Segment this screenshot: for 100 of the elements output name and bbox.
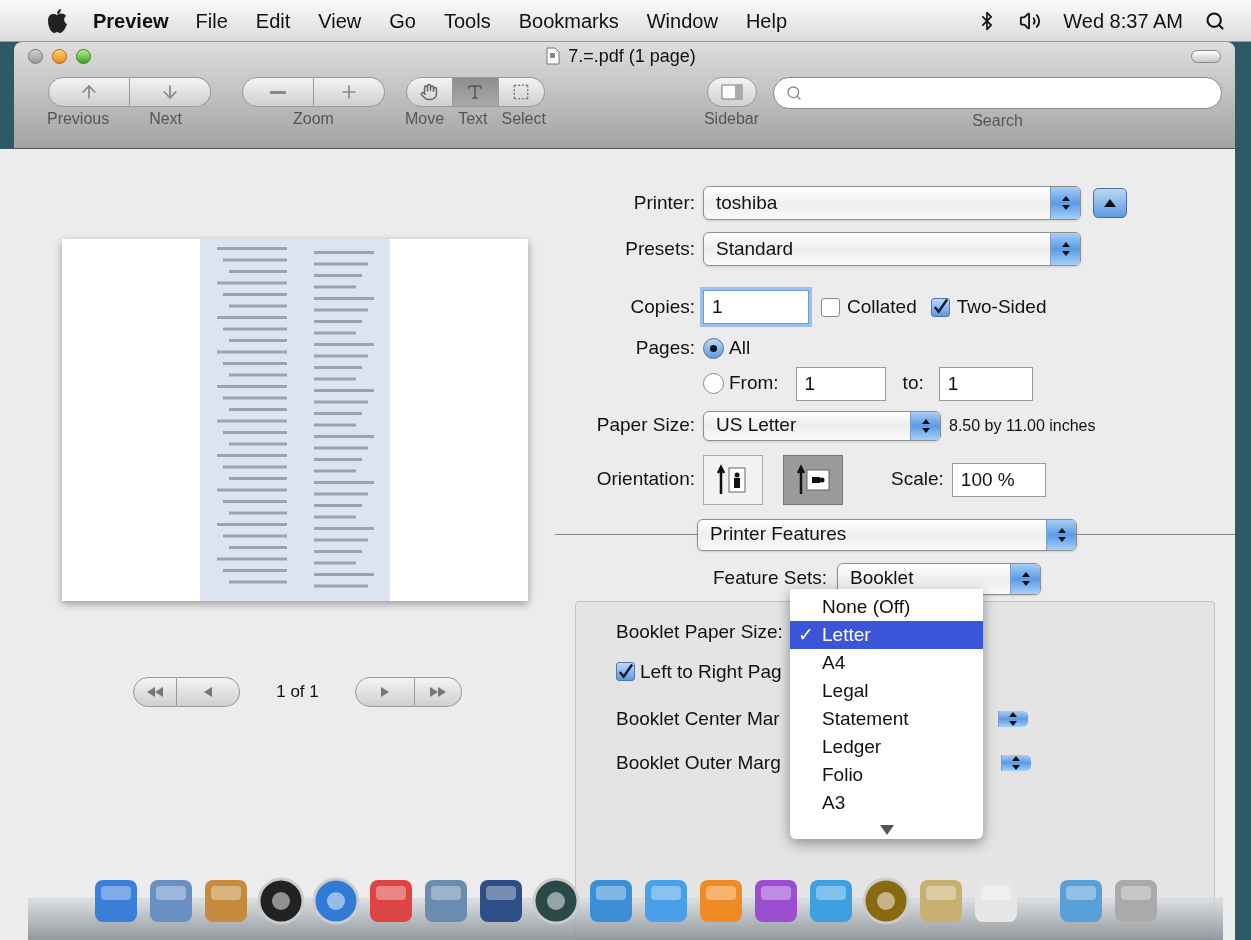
dashed-square-icon — [512, 83, 531, 101]
menu-option[interactable]: Legal — [790, 677, 983, 705]
tool-button[interactable] — [405, 77, 453, 107]
stepper-icon — [1000, 755, 1031, 771]
paper-size-popup[interactable]: US Letter — [703, 410, 941, 441]
apple-logo-icon[interactable] — [46, 7, 68, 34]
field-label: Paper Size: — [596, 414, 695, 436]
stepper-icon — [1050, 233, 1080, 265]
previous-button[interactable] — [48, 77, 130, 107]
menu-clock[interactable]: Wed 8:37 AM — [1063, 5, 1183, 36]
toolbar-label: Previous — [46, 109, 110, 129]
menu-item[interactable]: View — [318, 5, 362, 36]
document-icon — [546, 47, 561, 65]
menu-option[interactable]: None (Off) — [790, 593, 983, 621]
stepper-icon — [997, 711, 1028, 727]
tool-button[interactable] — [498, 77, 545, 107]
copies-field[interactable]: 1 — [703, 290, 809, 324]
radio-button[interactable] — [703, 373, 724, 394]
menu-option[interactable]: A3 — [790, 789, 983, 817]
text-cursor-icon — [466, 83, 485, 101]
field-label: Scale: — [891, 468, 944, 490]
menu-option[interactable]: ✓ Letter — [790, 621, 983, 649]
field-label: Feature Sets: — [713, 566, 828, 591]
window-title: 7.=.pdf (1 page) — [568, 44, 696, 68]
orientation-button[interactable] — [703, 454, 763, 505]
checkbox[interactable] — [930, 297, 950, 317]
zoom-out-button[interactable] — [242, 77, 314, 107]
menu-item[interactable]: Help — [745, 5, 787, 36]
menu-item[interactable]: Bookmarks — [518, 5, 619, 36]
scale-field[interactable]: 100 % — [951, 462, 1046, 497]
search-icon[interactable] — [1205, 10, 1225, 31]
hand-icon — [420, 83, 439, 101]
next-button[interactable] — [130, 77, 211, 107]
checkbox-label: Two-Sided — [956, 294, 1047, 319]
page-indicator: 1 of 1 — [276, 681, 319, 704]
checkbox[interactable] — [821, 297, 840, 317]
scroll-down-arrow-icon — [879, 825, 894, 835]
collapse-button[interactable] — [1093, 188, 1127, 218]
field-label: Booklet Outer Marg — [616, 750, 781, 775]
to-page-field[interactable]: 1 — [938, 366, 1033, 401]
search-field[interactable] — [773, 77, 1222, 109]
menu-app-name[interactable]: Preview — [93, 5, 169, 36]
checkbox[interactable] — [616, 662, 635, 682]
toolbar-label: Select — [501, 109, 546, 129]
minimize-button[interactable] — [52, 48, 67, 64]
app-icon[interactable] — [530, 876, 581, 926]
toolbar-label: Next — [149, 109, 183, 129]
section-popup[interactable]: Printer Features — [697, 518, 1077, 551]
stepper-icon — [1046, 519, 1076, 550]
presets-popup[interactable]: Standard — [703, 232, 1081, 266]
minus-icon — [270, 90, 286, 94]
toolbar-label: Sidebar — [703, 109, 760, 129]
previous-page-button[interactable] — [177, 677, 241, 707]
field-label: Printer: — [633, 191, 695, 213]
menu-item[interactable]: Window — [646, 5, 718, 36]
close-button[interactable] — [28, 48, 43, 64]
menu-option[interactable]: Statement — [790, 705, 983, 733]
search-icon — [786, 85, 803, 101]
radio-button[interactable] — [703, 337, 724, 359]
menu-option[interactable]: A4 — [790, 649, 983, 677]
toolbar-label: Zoom — [293, 109, 334, 129]
app-icon[interactable] — [255, 876, 306, 926]
right-arrow-icon — [380, 687, 389, 697]
from-page-field[interactable]: 1 — [795, 366, 886, 401]
zoom-in-button[interactable] — [314, 77, 385, 107]
field-label: Pages: — [635, 337, 695, 358]
tool-button[interactable] — [452, 77, 499, 107]
field-label: Orientation: — [596, 468, 695, 490]
last-page-button[interactable] — [414, 677, 462, 707]
sidebar-icon — [720, 84, 743, 100]
radio-label: From: — [729, 371, 779, 396]
menu-item[interactable]: Go — [389, 5, 416, 36]
toolbar-toggle-button[interactable] — [1191, 49, 1221, 63]
next-page-button[interactable] — [354, 677, 415, 707]
toolbar-label: Move — [405, 109, 445, 129]
up-triangle-icon — [1104, 199, 1116, 207]
menu-item[interactable]: Edit — [255, 5, 291, 36]
menu-option[interactable]: Folio — [790, 761, 983, 789]
menu-option[interactable]: Ledger — [790, 733, 983, 761]
feature-sets-popup[interactable]: Booklet — [837, 562, 1042, 595]
field-label: Presets: — [625, 237, 695, 259]
first-page-button[interactable] — [133, 677, 178, 707]
double-right-arrow-icon — [429, 687, 446, 697]
field-label: Booklet Paper Size: — [616, 620, 783, 645]
paper-size-note: 8.50 by 11.00 inches — [949, 415, 1096, 436]
stepper-icon — [1010, 563, 1041, 594]
orientation-button[interactable] — [783, 454, 843, 505]
stepper-icon — [1050, 187, 1080, 219]
radio-label: All — [729, 336, 751, 360]
menu-item[interactable]: Tools — [444, 5, 491, 36]
double-left-arrow-icon — [147, 687, 164, 697]
printer-popup[interactable]: toshiba — [703, 186, 1081, 220]
zoom-button[interactable] — [76, 48, 91, 64]
landscape-icon — [795, 463, 831, 496]
checkbox-label: Collated — [847, 294, 917, 319]
stepper-icon — [910, 411, 940, 440]
toolbar-label: Search — [972, 111, 1023, 131]
sidebar-button[interactable] — [706, 77, 757, 107]
field-label: Booklet Center Mar — [616, 706, 780, 731]
menu-item[interactable]: File — [195, 5, 228, 36]
